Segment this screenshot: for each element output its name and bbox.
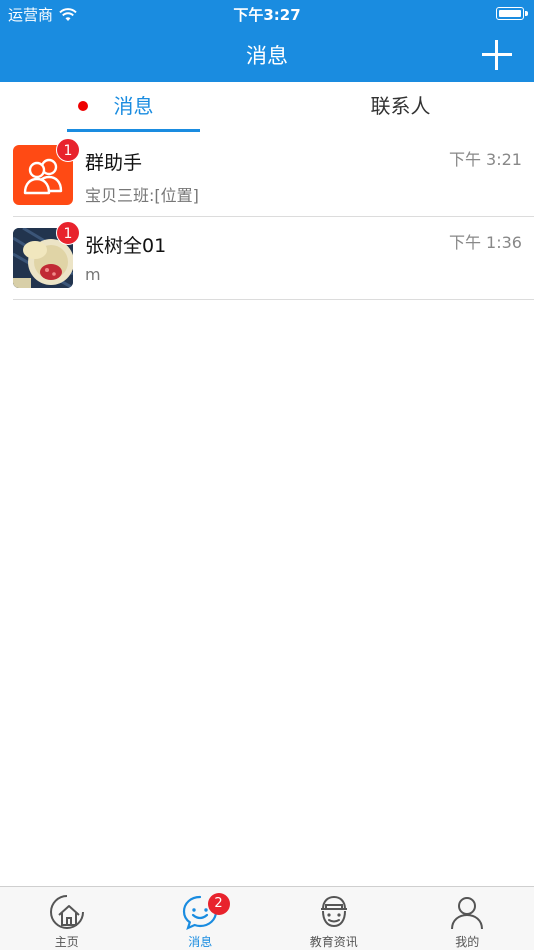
tabbar-messages-badge: 2: [207, 893, 230, 915]
tabbar-me[interactable]: 我的: [401, 887, 534, 950]
tab-messages-label: 消息: [113, 94, 154, 118]
unread-badge: 1: [56, 138, 80, 162]
list-item[interactable]: 1 群助手 宝贝三班:[位置] 下午 3:21: [0, 134, 534, 217]
add-icon[interactable]: [482, 40, 512, 70]
nav-bar: 消息: [0, 26, 534, 82]
status-bar: 运营商 下午3:27: [0, 0, 534, 26]
tabbar-education-news[interactable]: 教育资讯: [267, 887, 401, 950]
tabbar-messages-label: 消息: [188, 935, 213, 949]
list-item[interactable]: 1 张树全01 m 下午 1:36: [0, 217, 534, 300]
conversation-preview: m: [85, 265, 101, 284]
page-title: 消息: [246, 44, 288, 68]
battery-icon: [496, 7, 528, 20]
bottom-tab-bar: 主页 2 消息 教育资讯 我的: [0, 886, 534, 950]
conversation-list: 1 群助手 宝贝三班:[位置] 下午 3:21 1 张树全01 m 下午 1:3…: [0, 134, 534, 300]
tab-messages[interactable]: 消息: [0, 82, 267, 134]
tabbar-messages[interactable]: 2 消息: [134, 887, 268, 950]
unread-badge: 1: [56, 221, 80, 245]
conversation-time: 下午 1:36: [448, 233, 522, 252]
student-icon: [315, 893, 353, 931]
tabbar-home[interactable]: 主页: [0, 887, 134, 950]
divider: [13, 299, 534, 300]
tabbar-home-label: 主页: [54, 935, 79, 949]
conversation-name: 张树全01: [85, 235, 167, 257]
tabbar-education-news-label: 教育资讯: [309, 935, 358, 949]
tab-contacts[interactable]: 联系人: [267, 82, 534, 134]
conversation-preview: 宝贝三班:[位置]: [85, 186, 199, 205]
home-icon: [48, 893, 86, 931]
conversation-time: 下午 3:21: [448, 150, 522, 169]
segment-tabs: 消息 联系人: [0, 82, 534, 134]
unread-dot-icon: [78, 101, 88, 111]
conversation-name: 群助手: [85, 152, 143, 174]
tabbar-me-label: 我的: [455, 935, 480, 949]
tab-active-indicator: [67, 129, 200, 132]
tab-contacts-label: 联系人: [370, 94, 431, 118]
top-bar: 运营商 下午3:27 消息: [0, 0, 534, 82]
user-icon: [448, 893, 486, 931]
status-time: 下午3:27: [233, 6, 301, 24]
